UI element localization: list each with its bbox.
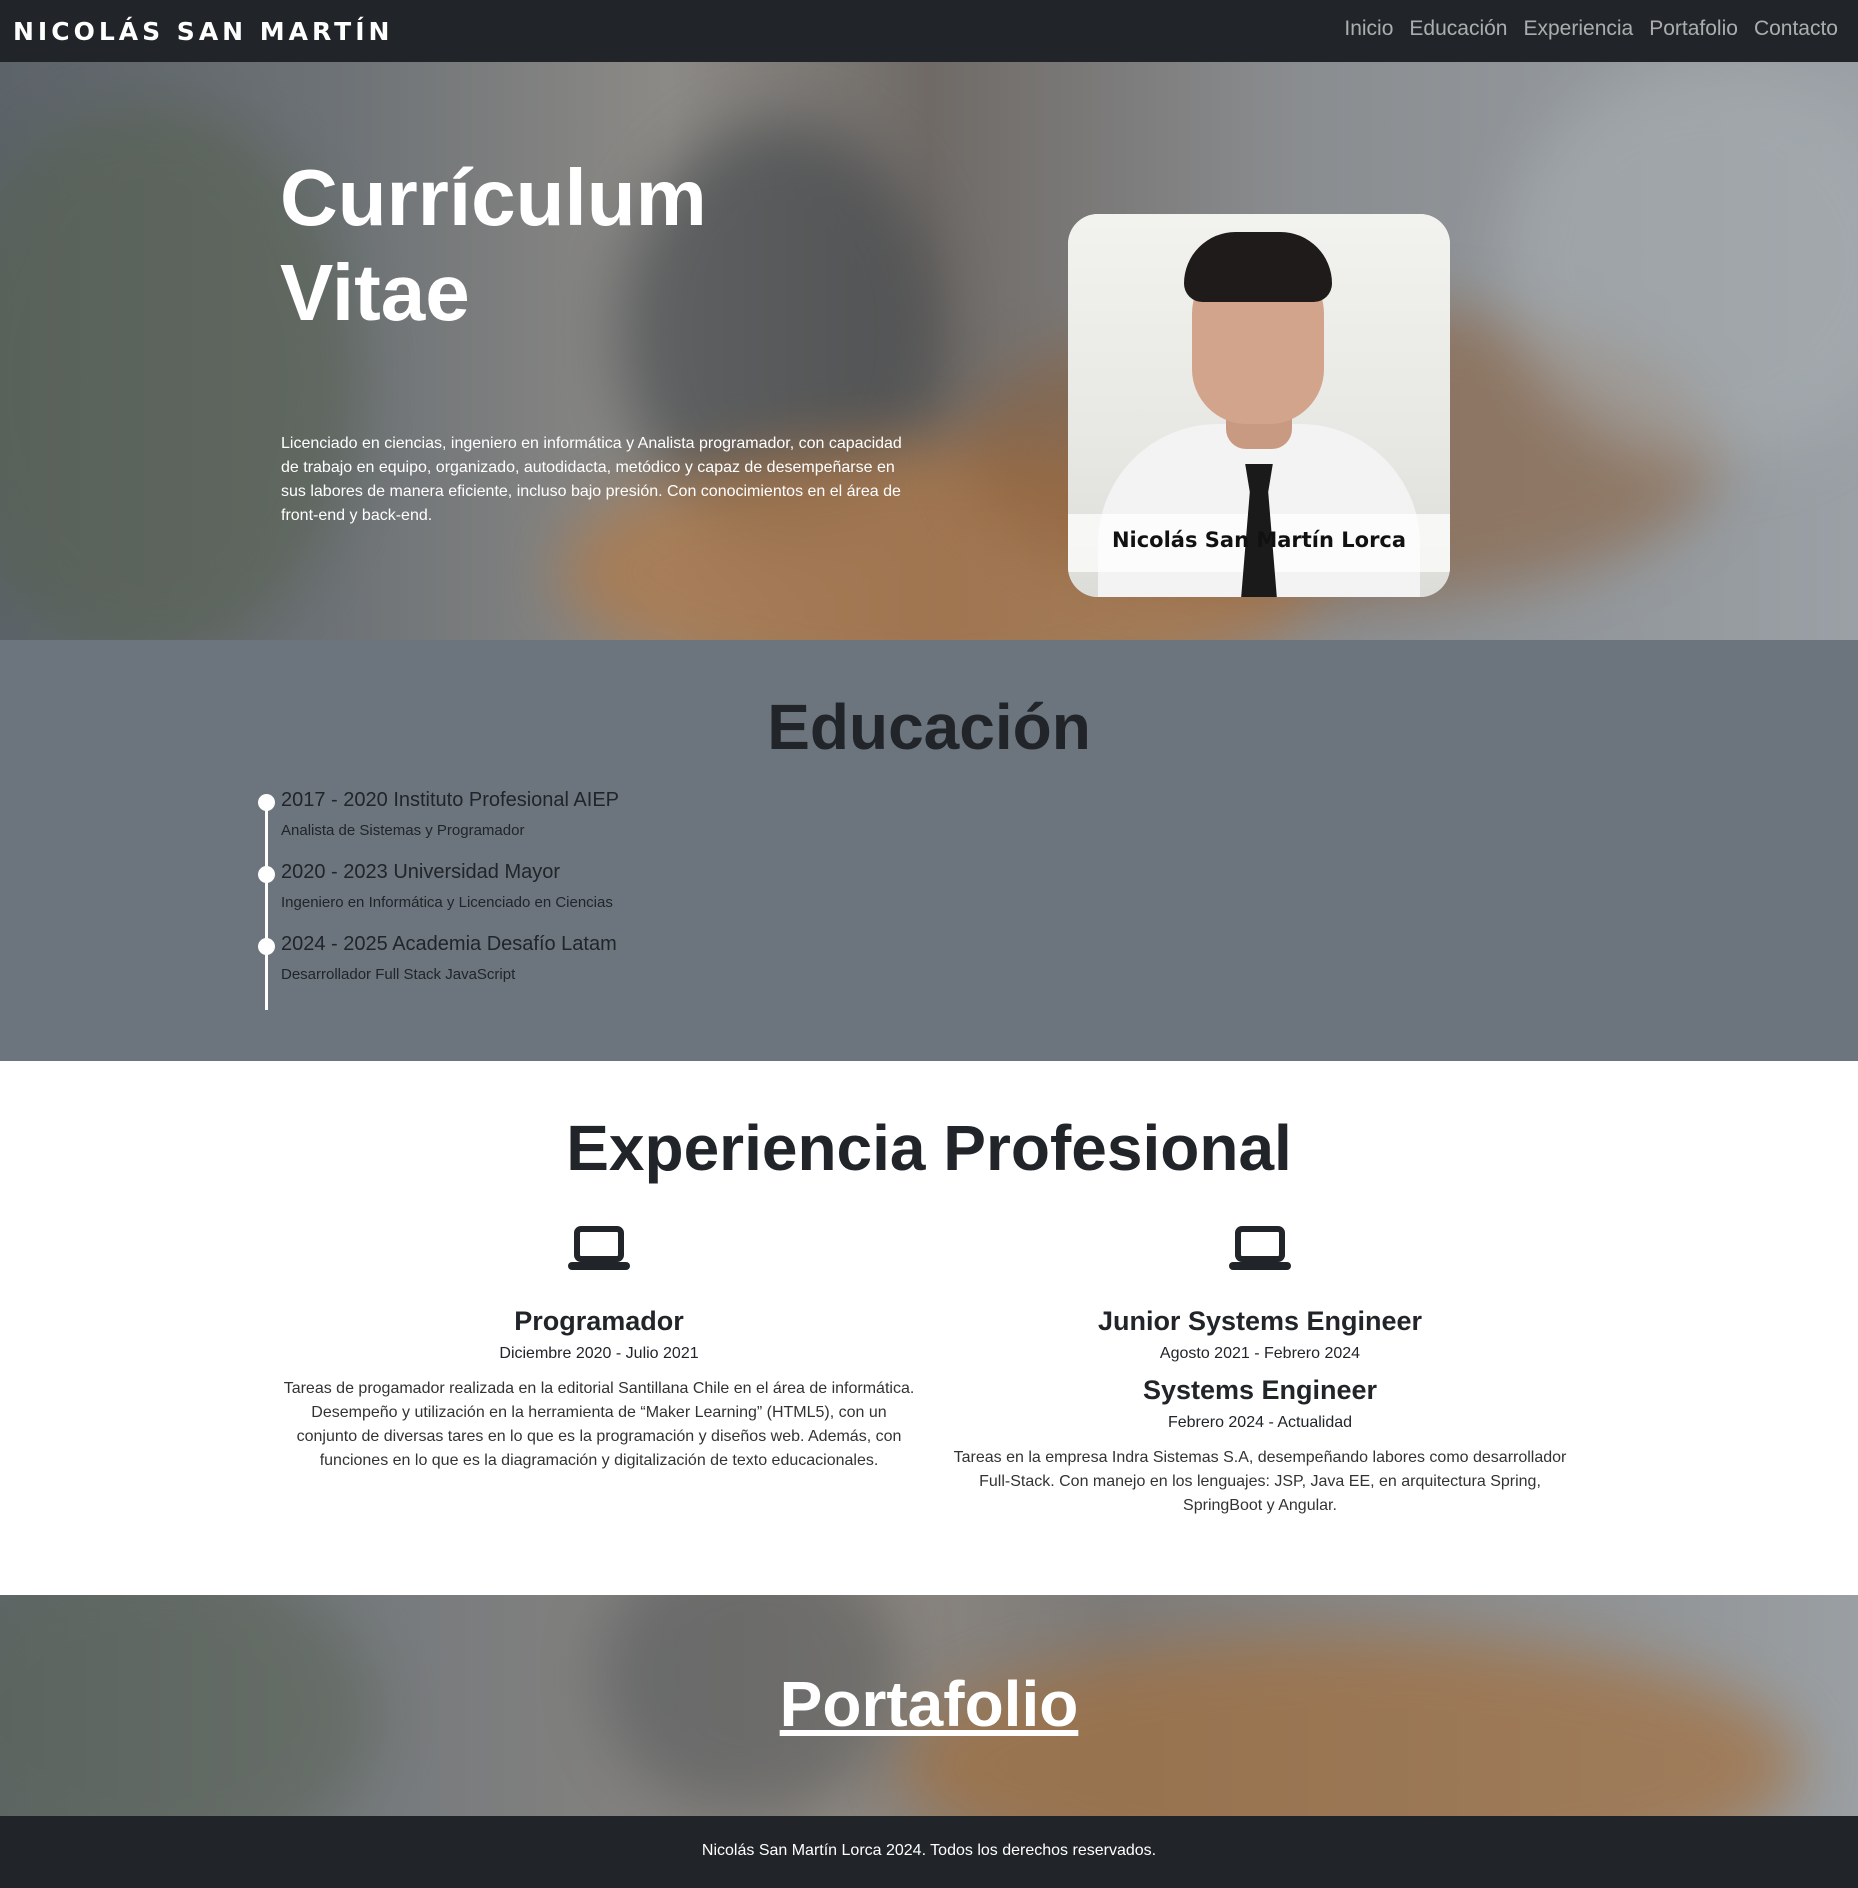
footer-copyright: Nicolás San Martín Lorca 2024. Todos los…: [701, 1842, 1157, 1859]
experience-date: Diciembre 2020 - Julio 2021: [499, 1345, 699, 1362]
experience-description: Tareas en la empresa Indra Sistemas S.A,…: [953, 1449, 1567, 1514]
timeline-dot: [258, 938, 275, 955]
education-title: Educación: [767, 691, 1091, 763]
timeline-line: [265, 800, 268, 1010]
laptop-icon: [1229, 1226, 1291, 1270]
timeline-heading: 2020 - 2023 Universidad Mayor: [281, 861, 561, 883]
timeline-detail: Ingeniero en Informática y Licenciado en…: [281, 894, 613, 911]
timeline-detail: Analista de Sistemas y Programador: [281, 822, 525, 839]
portfolio-section: Portafolio: [0, 1595, 1858, 1816]
hero-description: Licenciado en ciencias, ingeniero en inf…: [281, 435, 902, 524]
timeline-item: 2024 - 2025 Academia Desafío Latam Desar…: [258, 933, 617, 983]
timeline-detail: Desarrollador Full Stack JavaScript: [281, 966, 516, 983]
nav-link-experiencia[interactable]: Experiencia: [1523, 17, 1633, 41]
experience-section: Experiencia Profesional Programador Dici…: [0, 1061, 1858, 1595]
timeline-heading: 2024 - 2025 Academia Desafío Latam: [281, 933, 617, 955]
experience-card-programador: Programador Diciembre 2020 - Julio 2021 …: [279, 1226, 919, 1473]
navbar: NICOLÁS SAN MARTÍN Inicio Educación Expe…: [0, 0, 1858, 62]
footer: Nicolás San Martín Lorca 2024. Todos los…: [0, 1816, 1858, 1888]
timeline-dot: [258, 794, 275, 811]
hero-section: Currículum Vitae Licenciado en ciencias,…: [0, 62, 1858, 640]
experience-role-2: Systems Engineer: [1142, 1375, 1378, 1405]
hero-title-line-1: Currículum: [280, 153, 707, 242]
nav-link-educacion[interactable]: Educación: [1409, 17, 1507, 41]
hero-title-line-2: Vitae: [280, 248, 470, 337]
timeline-item: 2017 - 2020 Instituto Profesional AIEP A…: [258, 789, 619, 839]
brand-logo[interactable]: NICOLÁS SAN MARTÍN: [13, 17, 393, 46]
experience-date-2: Febrero 2024 - Actualidad: [1167, 1414, 1353, 1431]
nav-link-portafolio[interactable]: Portafolio: [1649, 17, 1738, 41]
hero-title: Currículum Vitae: [280, 150, 780, 340]
nav-links: Inicio Educación Experiencia Portafolio …: [1344, 17, 1838, 41]
timeline-heading: 2017 - 2020 Instituto Profesional AIEP: [281, 789, 619, 811]
profile-photo-card: Nicolás San Martín Lorca: [1068, 214, 1450, 597]
timeline-dot: [258, 866, 275, 883]
experience-title: Experiencia Profesional: [566, 1112, 1292, 1184]
portfolio-title-link[interactable]: Portafolio: [0, 1667, 1858, 1741]
education-section: Educación 2017 - 2020 Instituto Profesio…: [0, 640, 1858, 1061]
experience-role: Programador: [514, 1306, 684, 1336]
nav-link-inicio[interactable]: Inicio: [1344, 17, 1393, 41]
nav-link-contacto[interactable]: Contacto: [1754, 17, 1838, 41]
experience-card-systems-engineer: Junior Systems Engineer Agosto 2021 - Fe…: [940, 1226, 1580, 1518]
timeline-item: 2020 - 2023 Universidad Mayor Ingeniero …: [258, 861, 613, 911]
experience-description: Tareas de progamador realizada en la edi…: [283, 1380, 915, 1469]
experience-role: Junior Systems Engineer: [1097, 1306, 1423, 1336]
experience-date: Agosto 2021 - Febrero 2024: [1159, 1345, 1361, 1362]
photo-hair: [1184, 232, 1332, 302]
photo-caption: Nicolás San Martín Lorca: [1111, 528, 1407, 552]
laptop-icon: [568, 1226, 630, 1270]
